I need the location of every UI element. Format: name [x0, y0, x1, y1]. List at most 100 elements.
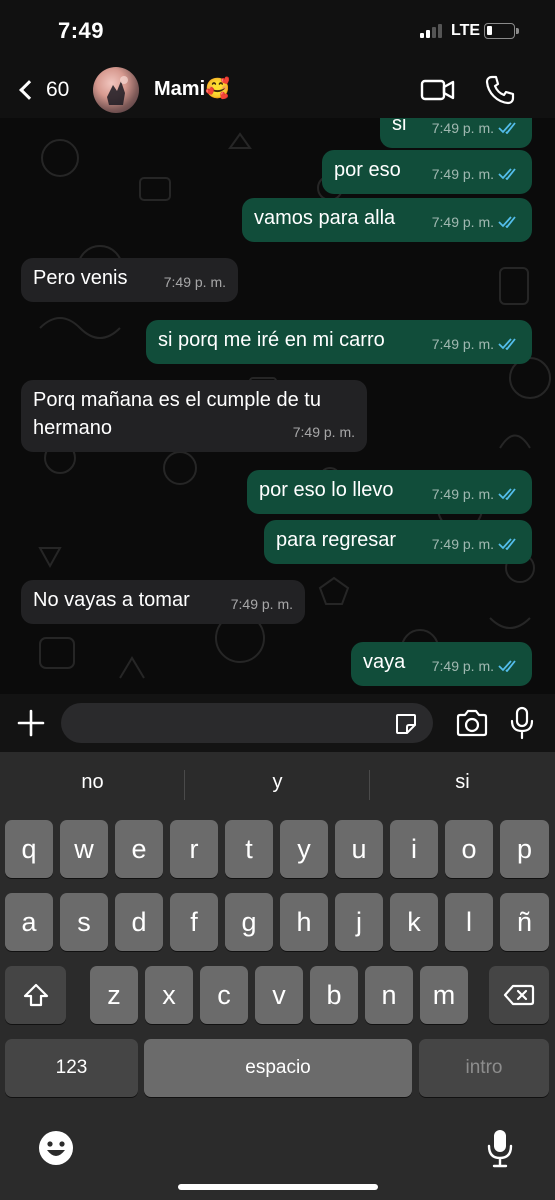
return-key[interactable]: intro [419, 1039, 549, 1097]
key-f[interactable]: f [170, 893, 218, 951]
key-n[interactable]: n [365, 966, 413, 1024]
suggestion-bar: no y si [0, 752, 555, 812]
message-text: Porq mañana es el cumple de tu hermano [33, 389, 321, 439]
space-key[interactable]: espacio [144, 1039, 412, 1097]
message-bubble[interactable]: Porq mañana es el cumple de tu hermano 7… [21, 380, 367, 452]
status-time: 7:49 [58, 18, 105, 43]
message-text: Pero venis [33, 267, 128, 289]
key-h[interactable]: h [280, 893, 328, 951]
suggestion-item[interactable]: si [370, 752, 555, 812]
keyboard: no y si q w e r t y u i o p a s d f g h … [0, 752, 555, 1200]
message-time: 7:49 p. m. [431, 166, 494, 182]
message-text: si porq me iré en mi carro [158, 329, 385, 351]
message-bubble[interactable]: por eso 7:49 p. m. [322, 150, 532, 194]
message-text: para regresar [276, 529, 397, 551]
avatar[interactable] [93, 67, 139, 113]
message-meta: 7:49 p. m. [432, 330, 520, 358]
phone-icon [485, 75, 515, 105]
message-text: No vayas a tomar [33, 589, 190, 611]
message-bubble[interactable]: Pero venis 7:49 p. m. [21, 258, 238, 302]
dictation-button[interactable] [486, 1128, 514, 1168]
double-check-icon [498, 168, 516, 180]
key-d[interactable]: d [115, 893, 163, 951]
back-button[interactable]: 60 [12, 70, 82, 110]
key-p[interactable]: p [500, 820, 549, 878]
key-k[interactable]: k [390, 893, 438, 951]
delete-key[interactable] [489, 966, 549, 1024]
key-u[interactable]: u [335, 820, 383, 878]
key-v[interactable]: v [255, 966, 303, 1024]
message-meta: 7:49 p. m. [432, 530, 520, 558]
message-bubble[interactable]: si 7:49 p. m. [380, 118, 532, 148]
network-label: LTE [451, 22, 481, 39]
battery-icon [484, 23, 515, 39]
suggestion-item[interactable]: y [185, 752, 370, 812]
key-o[interactable]: o [445, 820, 493, 878]
numbers-key[interactable]: 123 [5, 1039, 138, 1097]
emoji-button[interactable] [38, 1130, 74, 1166]
chat-area[interactable]: si 7:49 p. m. por eso 7:49 p. m. vamos p… [0, 118, 555, 694]
double-check-icon [498, 216, 516, 228]
message-time: 7:49 p. m. [431, 536, 494, 552]
message-meta: 7:49 p. m. [432, 160, 520, 188]
suggestion-item[interactable]: no [0, 752, 185, 812]
sticker-button[interactable] [394, 712, 418, 736]
key-s[interactable]: s [60, 893, 108, 951]
voice-note-button[interactable] [508, 706, 536, 740]
message-bubble[interactable]: si porq me iré en mi carro 7:49 p. m. [146, 320, 532, 364]
home-indicator[interactable] [178, 1184, 378, 1190]
message-meta: 7:49 p. m. [164, 268, 226, 296]
status-bar: 7:49 LTE [0, 0, 555, 62]
unread-count: 60 [46, 78, 70, 101]
attach-button[interactable] [16, 708, 46, 738]
key-e[interactable]: e [115, 820, 163, 878]
double-check-icon [498, 660, 516, 672]
key-n-tilde[interactable]: ñ [500, 893, 549, 951]
key-a[interactable]: a [5, 893, 53, 951]
sticker-icon [396, 714, 416, 734]
message-bubble[interactable]: No vayas a tomar 7:49 p. m. [21, 580, 305, 624]
message-time: 7:49 p. m. [431, 120, 494, 136]
message-meta: 7:49 p. m. [432, 652, 520, 680]
key-y[interactable]: y [280, 820, 328, 878]
message-bubble[interactable]: por eso lo llevo 7:49 p. m. [247, 470, 532, 514]
message-meta: 7:49 p. m. [293, 418, 355, 446]
key-m[interactable]: m [420, 966, 468, 1024]
message-meta: 7:49 p. m. [231, 590, 293, 618]
key-r[interactable]: r [170, 820, 218, 878]
camera-icon [456, 709, 488, 737]
key-x[interactable]: x [145, 966, 193, 1024]
video-camera-icon [420, 79, 455, 101]
key-q[interactable]: q [5, 820, 53, 878]
key-w[interactable]: w [60, 820, 108, 878]
key-l[interactable]: l [445, 893, 493, 951]
message-bubble[interactable]: vaya 7:49 p. m. [351, 642, 532, 686]
key-t[interactable]: t [225, 820, 273, 878]
key-g[interactable]: g [225, 893, 273, 951]
message-bubble[interactable]: vamos para alla 7:49 p. m. [242, 198, 532, 242]
voice-call-button[interactable] [484, 74, 516, 106]
signal-icon [420, 24, 446, 38]
key-j[interactable]: j [335, 893, 383, 951]
key-c[interactable]: c [200, 966, 248, 1024]
message-text: por eso lo llevo [259, 479, 394, 501]
key-i[interactable]: i [390, 820, 438, 878]
shift-key[interactable] [5, 966, 66, 1024]
camera-button[interactable] [455, 708, 489, 738]
key-b[interactable]: b [310, 966, 358, 1024]
message-time: 7:49 p. m. [230, 596, 293, 612]
message-input[interactable] [61, 703, 433, 743]
plus-icon [17, 709, 45, 737]
emoji-icon [39, 1131, 73, 1165]
message-time: 7:49 p. m. [163, 274, 226, 290]
backspace-icon [503, 984, 535, 1006]
double-check-icon [498, 122, 516, 134]
key-z[interactable]: z [90, 966, 138, 1024]
contact-name[interactable]: Mami🥰 [154, 76, 230, 101]
message-bubble[interactable]: para regresar 7:49 p. m. [264, 520, 532, 564]
message-text: vamos para alla [254, 207, 396, 229]
message-text: por eso [334, 159, 401, 181]
video-call-button[interactable] [420, 76, 456, 104]
double-check-icon [498, 338, 516, 350]
message-meta: 7:49 p. m. [432, 208, 520, 236]
